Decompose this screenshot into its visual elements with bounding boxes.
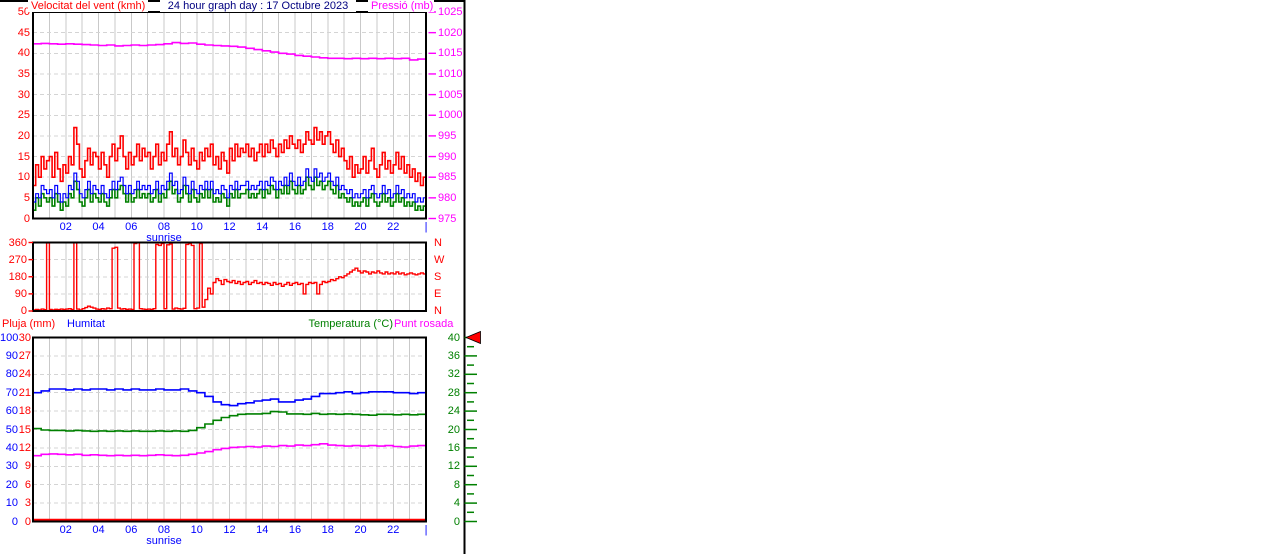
graph-title: 24 hour graph day : 17 Octubre 2023 xyxy=(160,0,356,12)
weather-24h-graph-page: 50 45 40 35 30 25 20 15 10 5 0 1025 1020 1015 1010 1005… xyxy=(0,0,1280,554)
pressure-axis-title: Pressió (mb) xyxy=(368,0,434,12)
wind-axis-title: Velocitat del vent (kmh) xyxy=(28,0,149,12)
humidity-axis-title: Humitat xyxy=(67,318,105,330)
sunrise-label-bottom: sunrise xyxy=(146,535,182,547)
current-value-marker-icon xyxy=(464,330,481,345)
dewpoint-axis-title: Punt rosada xyxy=(394,318,454,330)
rain-axis-title: Pluja (mm) xyxy=(2,318,56,330)
sunrise-label-top: sunrise xyxy=(146,232,182,244)
graphs-svg xyxy=(0,0,481,554)
temperature-axis-title: Temperatura (°C) xyxy=(308,318,393,330)
